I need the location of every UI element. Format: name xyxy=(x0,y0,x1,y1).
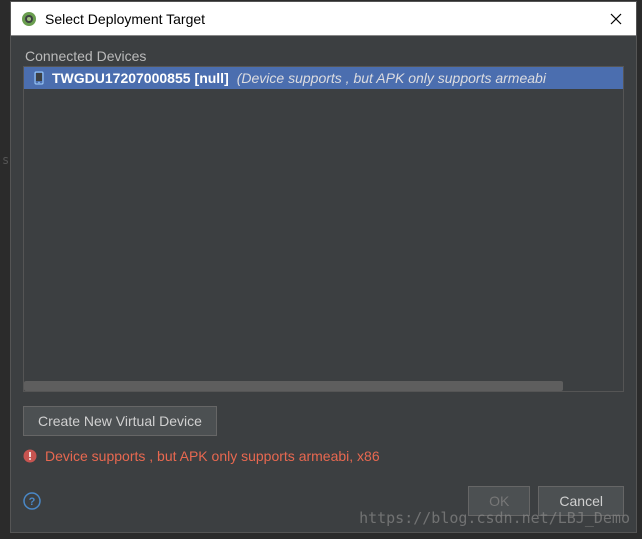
create-virtual-device-button[interactable]: Create New Virtual Device xyxy=(23,406,217,436)
ok-button: OK xyxy=(468,486,530,516)
dialog-footer: ? OK Cancel xyxy=(23,486,624,520)
scrollbar-thumb[interactable] xyxy=(24,381,563,391)
close-button[interactable] xyxy=(606,9,626,29)
device-null-label: [null] xyxy=(195,70,229,86)
android-studio-icon xyxy=(21,11,37,27)
dialog-content: Connected Devices TWGDU17207000855 [null… xyxy=(11,36,636,532)
deployment-target-dialog: Select Deployment Target Connected Devic… xyxy=(10,1,637,533)
titlebar: Select Deployment Target xyxy=(11,2,636,36)
bottom-area: Create New Virtual Device Device support… xyxy=(23,392,624,520)
device-item[interactable]: TWGDU17207000855 [null] (Device supports… xyxy=(24,67,623,89)
dialog-title: Select Deployment Target xyxy=(45,11,606,27)
device-message: (Device supports , but APK only supports… xyxy=(237,70,546,86)
connected-devices-label: Connected Devices xyxy=(23,48,624,64)
phone-icon xyxy=(32,71,46,85)
error-icon xyxy=(23,449,37,463)
horizontal-scrollbar[interactable] xyxy=(24,381,623,391)
svg-text:?: ? xyxy=(29,496,36,508)
error-row: Device supports , but APK only supports … xyxy=(23,448,624,464)
cancel-button[interactable]: Cancel xyxy=(538,486,624,516)
help-icon[interactable]: ? xyxy=(23,492,41,510)
error-text: Device supports , but APK only supports … xyxy=(45,448,380,464)
device-list[interactable]: TWGDU17207000855 [null] (Device supports… xyxy=(23,66,624,392)
device-name: TWGDU17207000855 xyxy=(52,70,191,86)
